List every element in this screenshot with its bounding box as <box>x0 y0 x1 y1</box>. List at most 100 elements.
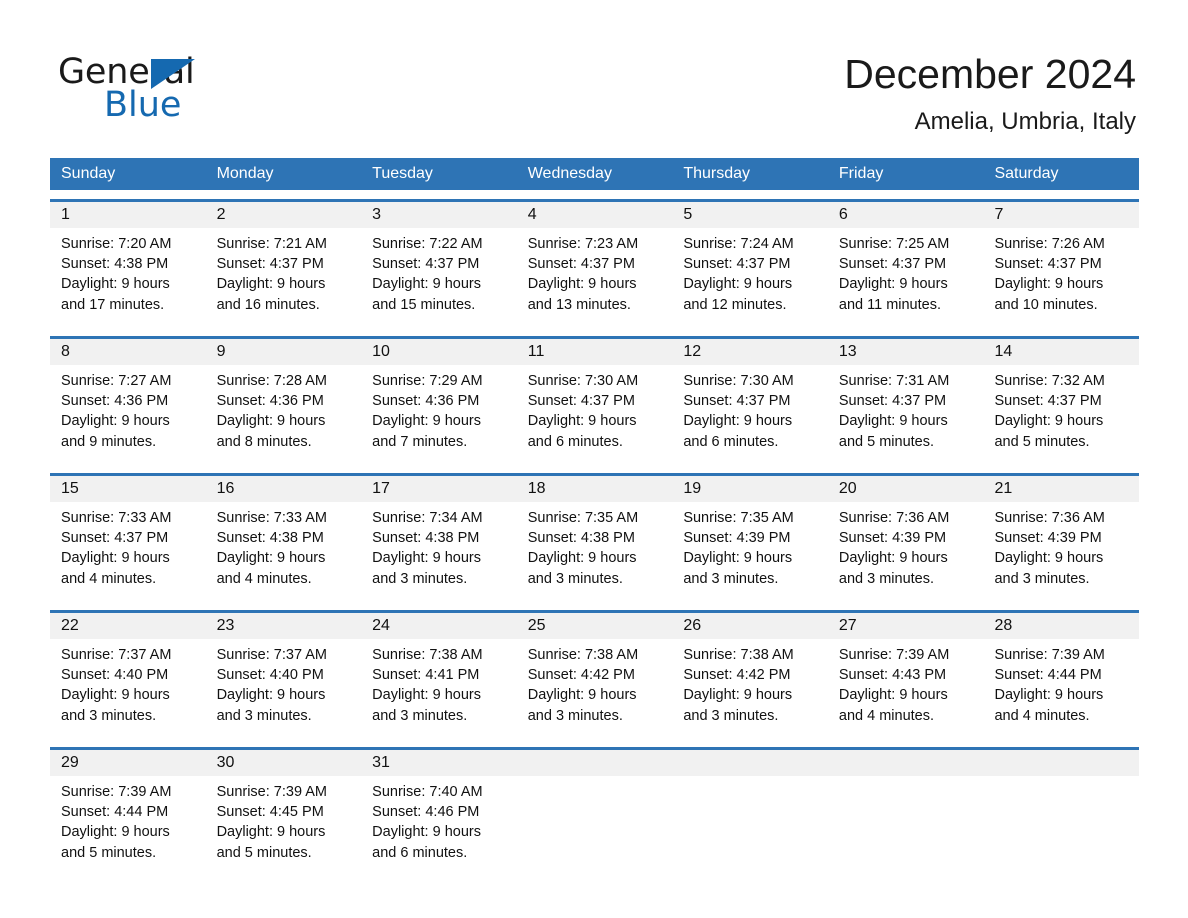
day-cell[interactable]: Sunrise: 7:35 AM Sunset: 4:38 PM Dayligh… <box>517 502 673 601</box>
sunset-text: Sunset: 4:42 PM <box>683 667 791 684</box>
day-cell[interactable]: Sunrise: 7:30 AM Sunset: 4:37 PM Dayligh… <box>517 365 673 464</box>
day-number[interactable]: 19 <box>672 476 828 502</box>
day-cell[interactable]: Sunrise: 7:32 AM Sunset: 4:37 PM Dayligh… <box>983 365 1139 464</box>
day-cell[interactable]: Sunrise: 7:34 AM Sunset: 4:38 PM Dayligh… <box>361 502 517 601</box>
day-cell[interactable]: Sunrise: 7:38 AM Sunset: 4:42 PM Dayligh… <box>517 639 673 738</box>
daylight-text-line2: and 3 minutes. <box>527 570 623 587</box>
daylight-text-line1: Daylight: 9 hours <box>61 824 170 841</box>
day-cell[interactable]: Sunrise: 7:20 AM Sunset: 4:38 PM Dayligh… <box>50 228 206 327</box>
day-number[interactable]: 15 <box>50 476 206 502</box>
day-cell[interactable]: Sunrise: 7:23 AM Sunset: 4:37 PM Dayligh… <box>517 228 673 327</box>
day-cell[interactable]: Sunrise: 7:39 AM Sunset: 4:43 PM Dayligh… <box>828 639 984 738</box>
day-number[interactable]: 26 <box>672 613 828 639</box>
day-cell[interactable]: Sunrise: 7:37 AM Sunset: 4:40 PM Dayligh… <box>206 639 362 738</box>
sunset-text: Sunset: 4:45 PM <box>216 804 324 821</box>
day-number[interactable]: 11 <box>517 339 673 365</box>
daylight-text-line2: and 15 minutes. <box>372 296 476 313</box>
day-cell[interactable]: Sunrise: 7:30 AM Sunset: 4:37 PM Dayligh… <box>672 365 828 464</box>
day-cell[interactable]: Sunrise: 7:29 AM Sunset: 4:36 PM Dayligh… <box>361 365 517 464</box>
day-number[interactable]: 12 <box>672 339 828 365</box>
day-cell[interactable]: Sunrise: 7:24 AM Sunset: 4:37 PM Dayligh… <box>672 228 828 327</box>
sunrise-text: Sunrise: 7:39 AM <box>61 784 172 800</box>
day-number[interactable]: 18 <box>517 476 673 502</box>
day-number[interactable]: 10 <box>361 339 517 365</box>
day-cell[interactable]: Sunrise: 7:36 AM Sunset: 4:39 PM Dayligh… <box>828 502 984 601</box>
day-number[interactable]: 17 <box>361 476 517 502</box>
day-cell[interactable]: Sunrise: 7:36 AM Sunset: 4:39 PM Dayligh… <box>983 502 1139 601</box>
day-number[interactable]: 27 <box>828 613 984 639</box>
day-number[interactable]: 29 <box>50 750 206 776</box>
daylight-text-line1: Daylight: 9 hours <box>527 413 637 430</box>
generalblue-logo[interactable]: General Blue <box>58 53 288 124</box>
daylight-text-line2: and 10 minutes. <box>994 296 1098 313</box>
daylight-text-line1: Daylight: 9 hours <box>216 824 326 841</box>
day-cell[interactable]: Sunrise: 7:39 AM Sunset: 4:44 PM Dayligh… <box>983 639 1139 738</box>
daylight-text-line1: Daylight: 9 hours <box>372 413 481 430</box>
day-cell[interactable]: Sunrise: 7:25 AM Sunset: 4:37 PM Dayligh… <box>828 228 984 327</box>
sunset-text: Sunset: 4:37 PM <box>683 256 791 273</box>
day-number[interactable]: 24 <box>361 613 517 639</box>
daylight-text-line1: Daylight: 9 hours <box>683 413 793 430</box>
sunset-text: Sunset: 4:37 PM <box>216 256 324 273</box>
sunset-text: Sunset: 4:36 PM <box>61 393 169 410</box>
day-cell[interactable]: Sunrise: 7:22 AM Sunset: 4:37 PM Dayligh… <box>361 228 517 327</box>
sunset-text: Sunset: 4:38 PM <box>61 256 169 273</box>
sunset-text: Sunset: 4:37 PM <box>838 256 947 273</box>
day-cell[interactable]: Sunrise: 7:38 AM Sunset: 4:41 PM Dayligh… <box>361 639 517 738</box>
sunrise-text: Sunrise: 7:37 AM <box>216 647 327 663</box>
sunrise-text: Sunrise: 7:39 AM <box>994 647 1105 663</box>
day-cell[interactable]: Sunrise: 7:27 AM Sunset: 4:36 PM Dayligh… <box>50 365 206 464</box>
daylight-text-line2: and 6 minutes. <box>372 844 468 861</box>
day-cell[interactable]: Sunrise: 7:21 AM Sunset: 4:37 PM Dayligh… <box>206 228 362 327</box>
day-number[interactable]: 13 <box>828 339 984 365</box>
day-number[interactable]: 31 <box>361 750 517 776</box>
day-number[interactable]: 23 <box>206 613 362 639</box>
day-cell[interactable]: Sunrise: 7:38 AM Sunset: 4:42 PM Dayligh… <box>672 639 828 738</box>
day-cell[interactable]: Sunrise: 7:35 AM Sunset: 4:39 PM Dayligh… <box>672 502 828 601</box>
week-day-numbers: 22 23 24 25 26 27 28 <box>50 613 1139 639</box>
day-number[interactable]: 28 <box>983 613 1139 639</box>
daylight-text-line2: and 12 minutes. <box>683 296 787 313</box>
day-cell[interactable]: Sunrise: 7:26 AM Sunset: 4:37 PM Dayligh… <box>983 228 1139 327</box>
day-number[interactable]: 21 <box>983 476 1139 502</box>
week-day-details: Sunrise: 7:37 AM Sunset: 4:40 PM Dayligh… <box>50 639 1139 738</box>
daylight-text-line2: and 3 minutes. <box>61 707 157 724</box>
day-cell[interactable]: Sunrise: 7:33 AM Sunset: 4:37 PM Dayligh… <box>50 502 206 601</box>
day-number[interactable]: 22 <box>50 613 206 639</box>
daylight-text-line2: and 8 minutes. <box>216 433 312 450</box>
day-number[interactable]: 7 <box>983 202 1139 228</box>
daylight-text-line1: Daylight: 9 hours <box>527 550 637 567</box>
sunset-text: Sunset: 4:37 PM <box>61 530 169 547</box>
day-cell[interactable]: Sunrise: 7:40 AM Sunset: 4:46 PM Dayligh… <box>361 776 517 875</box>
day-number[interactable]: 9 <box>206 339 362 365</box>
sunset-text: Sunset: 4:40 PM <box>61 667 169 684</box>
day-cell[interactable]: Sunrise: 7:33 AM Sunset: 4:38 PM Dayligh… <box>206 502 362 601</box>
daylight-text-line2: and 4 minutes. <box>61 570 157 587</box>
dow-tuesday: Tuesday <box>372 165 433 182</box>
sunrise-text: Sunrise: 7:40 AM <box>372 784 483 800</box>
day-number[interactable]: 30 <box>206 750 362 776</box>
day-number[interactable]: 20 <box>828 476 984 502</box>
day-number[interactable]: 4 <box>517 202 673 228</box>
day-number[interactable]: 2 <box>206 202 362 228</box>
day-cell[interactable]: Sunrise: 7:37 AM Sunset: 4:40 PM Dayligh… <box>50 639 206 738</box>
day-cell[interactable]: Sunrise: 7:31 AM Sunset: 4:37 PM Dayligh… <box>828 365 984 464</box>
day-number[interactable]: 1 <box>50 202 206 228</box>
day-number[interactable]: 3 <box>361 202 517 228</box>
daylight-text-line2: and 4 minutes. <box>994 707 1090 724</box>
day-cell[interactable]: Sunrise: 7:39 AM Sunset: 4:45 PM Dayligh… <box>206 776 362 875</box>
day-number[interactable]: 5 <box>672 202 828 228</box>
day-number[interactable]: 25 <box>517 613 673 639</box>
daylight-text-line2: and 5 minutes. <box>61 844 157 861</box>
day-cell[interactable]: Sunrise: 7:28 AM Sunset: 4:36 PM Dayligh… <box>206 365 362 464</box>
day-number[interactable]: 6 <box>828 202 984 228</box>
day-number[interactable]: 16 <box>206 476 362 502</box>
day-number-empty <box>828 750 984 776</box>
day-number-empty <box>672 750 828 776</box>
week-row: 1 2 3 4 5 6 7 Sunrise: 7:20 AM Sunset: 4… <box>50 199 1139 327</box>
day-number[interactable]: 8 <box>50 339 206 365</box>
day-number[interactable]: 14 <box>983 339 1139 365</box>
day-cell[interactable]: Sunrise: 7:39 AM Sunset: 4:44 PM Dayligh… <box>50 776 206 875</box>
sunset-text: Sunset: 4:44 PM <box>994 667 1102 684</box>
daylight-text-line2: and 5 minutes. <box>994 433 1090 450</box>
